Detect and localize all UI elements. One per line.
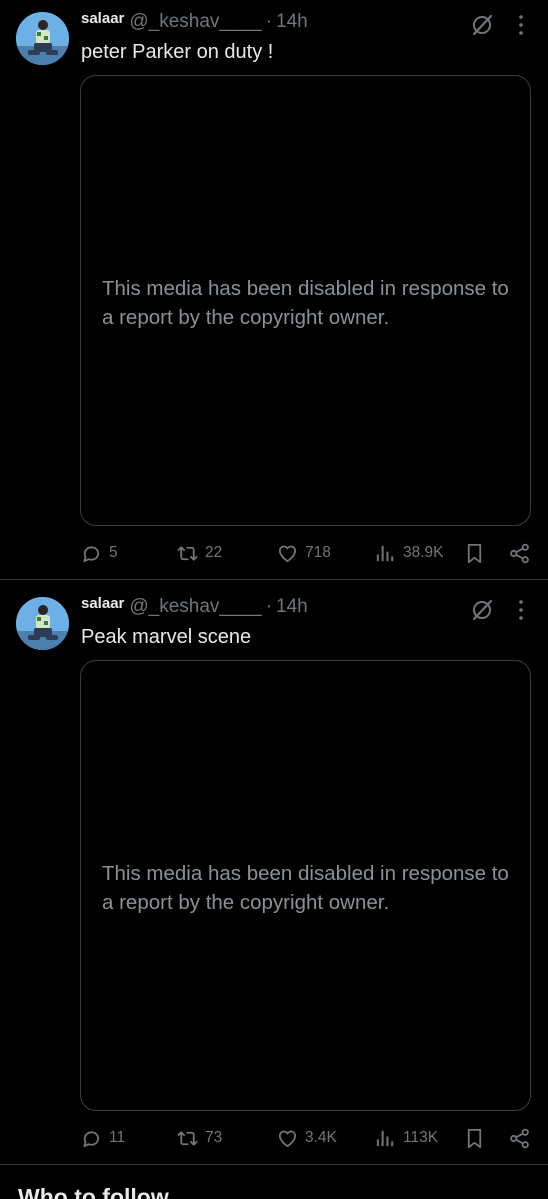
grok-icon[interactable]: [470, 13, 494, 37]
bookmark-icon: [463, 1127, 486, 1150]
retweet-icon: [176, 1127, 199, 1150]
views-icon: [374, 1127, 397, 1150]
display-name[interactable]: salaar: [81, 595, 124, 612]
user-handle[interactable]: @_keshav____: [129, 596, 261, 618]
bookmark-button[interactable]: [463, 540, 486, 566]
who-to-follow-heading: Who to follow: [18, 1184, 169, 1199]
timeline-feed: salaar @_keshav____ · 14h peter Parker o…: [0, 0, 548, 1199]
views-button[interactable]: 113K: [374, 1125, 438, 1151]
like-count: 718: [305, 544, 331, 561]
user-handle[interactable]: @_keshav____: [129, 11, 261, 33]
reply-icon: [80, 542, 103, 565]
like-count: 3.4K: [305, 1129, 337, 1146]
more-icon[interactable]: [512, 597, 530, 623]
separator-dot: ·: [265, 11, 273, 32]
reply-count: 11: [109, 1129, 126, 1146]
tweet-header: salaar @_keshav____ · 14h: [81, 10, 488, 33]
tweet-header: salaar @_keshav____ · 14h: [81, 595, 488, 618]
views-button[interactable]: 38.9K: [374, 540, 444, 566]
tweet[interactable]: salaar @_keshav____ · 14h Peak marvel sc…: [0, 585, 548, 1165]
heart-icon: [276, 542, 299, 565]
avatar[interactable]: [16, 12, 69, 65]
display-name[interactable]: salaar: [81, 10, 124, 27]
media-disabled-message: This media has been disabled in response…: [102, 862, 509, 914]
like-button[interactable]: 3.4K: [276, 1125, 337, 1151]
tweet-actions: 5 22 718 38.9K: [0, 540, 548, 566]
reply-count: 5: [109, 544, 118, 561]
share-icon: [508, 542, 531, 565]
retweet-count: 73: [205, 1129, 223, 1146]
bookmark-button[interactable]: [463, 1125, 486, 1151]
reply-button[interactable]: 11: [80, 1125, 125, 1151]
timestamp[interactable]: 14h: [276, 11, 308, 33]
tweet-actions: 11 73 3.4K 113K: [0, 1125, 548, 1151]
share-button[interactable]: [508, 540, 531, 566]
avatar[interactable]: [16, 597, 69, 650]
reply-icon: [80, 1127, 103, 1150]
more-icon[interactable]: [512, 12, 530, 38]
media-disabled-notice[interactable]: This media has been disabled in response…: [80, 75, 531, 526]
media-disabled-message: This media has been disabled in response…: [102, 277, 509, 329]
grok-icon[interactable]: [470, 598, 494, 622]
views-icon: [374, 542, 397, 565]
retweet-button[interactable]: 22: [176, 540, 222, 566]
view-count: 113K: [403, 1129, 439, 1146]
bookmark-icon: [463, 542, 486, 565]
heart-icon: [276, 1127, 299, 1150]
tweet-text: peter Parker on duty !: [81, 41, 274, 63]
reply-button[interactable]: 5: [80, 540, 118, 566]
retweet-icon: [176, 542, 199, 565]
tweet[interactable]: salaar @_keshav____ · 14h peter Parker o…: [0, 0, 548, 580]
media-disabled-notice[interactable]: This media has been disabled in response…: [80, 660, 531, 1111]
share-icon: [508, 1127, 531, 1150]
like-button[interactable]: 718: [276, 540, 331, 566]
tweet-text: Peak marvel scene: [81, 626, 252, 648]
retweet-count: 22: [205, 544, 223, 561]
separator-dot: ·: [265, 596, 273, 617]
view-count: 38.9K: [403, 544, 444, 561]
timestamp[interactable]: 14h: [276, 596, 308, 618]
retweet-button[interactable]: 73: [176, 1125, 222, 1151]
share-button[interactable]: [508, 1125, 531, 1151]
